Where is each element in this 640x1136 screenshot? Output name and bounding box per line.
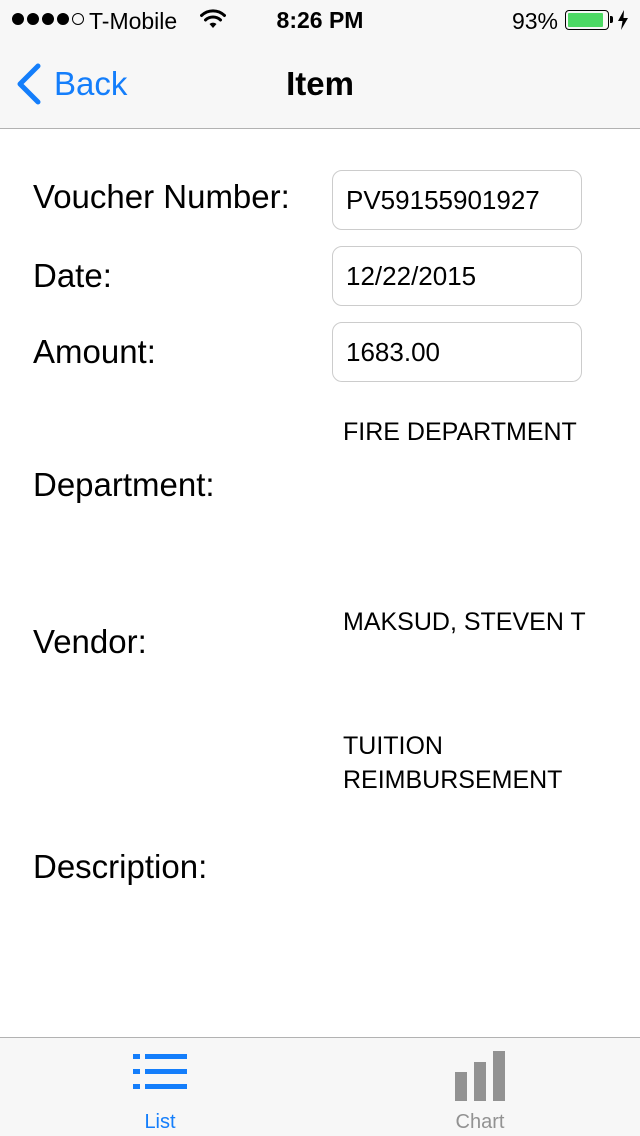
vendor-value: MAKSUD, STEVEN T [343, 608, 586, 636]
bar-chart-icon [455, 1051, 505, 1101]
navigation-bar: Back Item [0, 40, 640, 129]
tab-list-label: List [144, 1111, 176, 1133]
date-field[interactable] [332, 246, 582, 306]
voucher-number-label: Voucher Number: [33, 178, 290, 215]
description-value: TUITION REIMBURSEMENT [343, 732, 563, 794]
charging-bolt-icon [618, 10, 628, 30]
item-detail-screen: T-Mobile 8:26 PM 93% Back Item Voucher N… [0, 0, 640, 1136]
status-bar: T-Mobile 8:26 PM 93% [0, 0, 640, 40]
voucher-number-field[interactable] [332, 170, 582, 230]
amount-label: Amount: [33, 333, 156, 370]
tab-chart[interactable]: Chart [320, 1038, 640, 1136]
battery-percentage: 93% [511, 8, 558, 34]
amount-field[interactable] [332, 322, 582, 382]
tab-chart-label: Chart [455, 1111, 505, 1133]
vendor-label: Vendor: [33, 623, 147, 660]
date-label: Date: [33, 257, 112, 294]
tab-list[interactable]: List [0, 1038, 320, 1136]
battery-icon [565, 10, 613, 30]
list-icon [133, 1054, 187, 1089]
department-value: FIRE DEPARTMENT [343, 418, 577, 446]
tab-bar: List Chart [0, 1037, 640, 1136]
department-label: Department: [33, 466, 215, 503]
description-label: Description: [33, 848, 208, 885]
page-title: Item [286, 65, 354, 102]
